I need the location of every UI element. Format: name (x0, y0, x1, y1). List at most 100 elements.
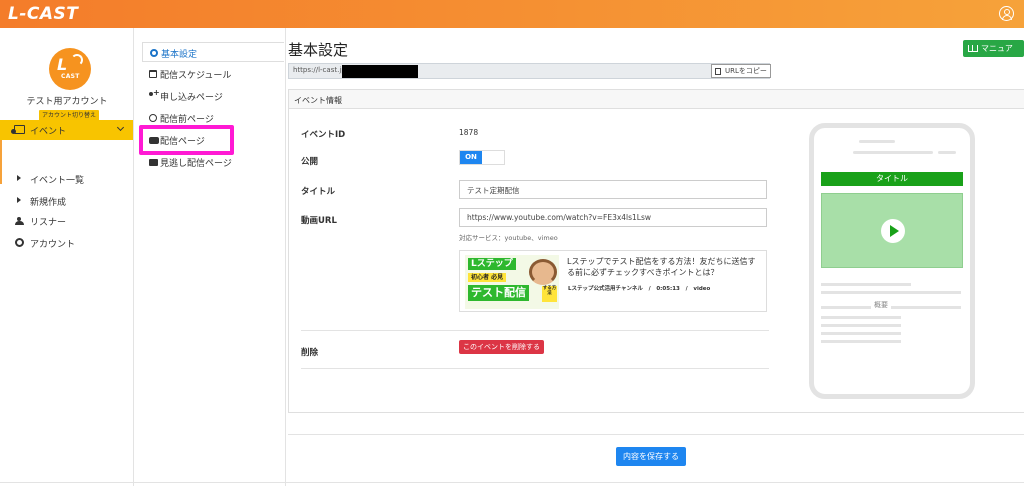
title-input-value: テスト定期配信 (467, 186, 520, 195)
placeholder-line (821, 291, 961, 294)
event-icon (11, 125, 25, 134)
copy-url-button[interactable]: URLをコピー (711, 64, 771, 78)
divider (301, 368, 769, 369)
thumb-text-2: 初心者 必見 (468, 273, 507, 282)
video-thumbnail: Lステップ 初心者 必見 テスト配信 する方法 (465, 255, 559, 309)
menu-item-missed-broadcast-page[interactable]: 見逃し配信ページ (142, 152, 284, 172)
save-button[interactable]: 内容を保存する (616, 447, 686, 466)
sidebar-item-label: イベント一覧 (30, 176, 85, 186)
menu-item-schedule[interactable]: 配信スケジュール (142, 64, 284, 84)
avatar-text: CAST (61, 73, 80, 80)
video-icon (149, 159, 158, 166)
sidebar-item-listener[interactable]: リスナー (0, 210, 133, 232)
title-input[interactable]: テスト定期配信 (459, 180, 767, 199)
copy-icon (715, 68, 721, 75)
calendar-icon (149, 70, 157, 78)
thumb-text-1: Lステップ (468, 258, 516, 270)
app-logo[interactable]: L-CAST (8, 4, 78, 24)
menu-item-label: 配信前ページ (160, 115, 214, 125)
event-url-field[interactable]: https://l-cast.jp (288, 63, 770, 79)
menu-item-label: 申し込みページ (160, 93, 223, 103)
card-header-title: イベント情報 (294, 96, 342, 105)
menu-item-label: 基本設定 (161, 50, 198, 60)
video-url-label: 動画URL (301, 216, 337, 226)
thumb-text-3: テスト配信 (468, 285, 529, 301)
sidebar-item-label: アカウント (30, 240, 76, 250)
phone-title-bar: タイトル (821, 172, 963, 186)
presenter-image (529, 259, 557, 285)
menu-item-application-page[interactable]: 申し込みページ (142, 86, 284, 106)
event-url-text: https://l-cast.jp (293, 66, 346, 74)
play-icon (881, 219, 905, 243)
video-url-value: https://www.youtube.com/watch?v=FE3x4ls1… (467, 213, 652, 222)
manual-button[interactable]: マニュアル (963, 40, 1024, 70)
event-id-value: 1878 (459, 128, 479, 137)
sidebar-item-label: 新規作成 (30, 198, 67, 208)
clock-icon (149, 114, 157, 122)
video-meta: Lステップ公式活用チャンネル / 0:05:13 / video (568, 286, 711, 292)
delete-event-button[interactable]: このイベントを削除する (459, 340, 544, 354)
supported-services-hint: 対応サービス：youtube、vimeo (459, 234, 558, 242)
redacted-region (342, 65, 418, 78)
placeholder-line (821, 340, 901, 343)
thumb-text-4: する方法 (542, 286, 557, 302)
user-circle-icon[interactable] (999, 6, 1014, 21)
sidebar-item-new[interactable]: 新規作成 (0, 190, 133, 212)
gear-icon (15, 238, 24, 247)
placeholder-line (821, 306, 961, 309)
delete-label: 削除 (301, 348, 319, 358)
avatar: L CAST (49, 48, 91, 90)
sidebar-item-label: リスナー (30, 218, 67, 228)
event-id-label: イベントID (301, 130, 346, 140)
menu-item-basic-settings[interactable]: 基本設定 (142, 42, 284, 62)
placeholder-line (821, 283, 911, 286)
phone-speaker (859, 140, 895, 143)
video-type: video (693, 286, 711, 292)
video-duration: 0:05:13 (656, 286, 680, 292)
caret-right-icon (17, 175, 21, 181)
avatar-letter: L (57, 55, 68, 74)
gear-icon (150, 49, 158, 57)
menu-item-label: 見逃し配信ページ (160, 159, 232, 169)
public-toggle[interactable]: ON (459, 150, 505, 165)
phone-camera (938, 151, 956, 154)
account-name: テスト用アカウント (26, 97, 108, 107)
caret-right-icon (17, 197, 21, 203)
phone-video-area (821, 193, 963, 268)
left-sidebar: L CAST テスト用アカウント アカウント切り替え イベント イベント一覧 新… (0, 28, 134, 486)
public-label: 公開 (301, 157, 319, 167)
event-info-card: イベント情報 イベントID 1878 公開 ON タイトル テスト定期配信 動画… (288, 89, 1024, 413)
placeholder-line (821, 332, 901, 335)
video-preview-card[interactable]: Lステップ 初心者 必見 テスト配信 する方法 Lステップでテスト配信をする方法… (459, 250, 767, 312)
copy-url-label: URLをコピー (725, 67, 767, 75)
menu-item-label: 配信スケジュール (160, 71, 232, 81)
divider (301, 330, 769, 331)
book-icon (968, 45, 978, 52)
sidebar-item-label: イベント (30, 127, 67, 137)
bottom-divider (0, 482, 1024, 483)
phone-bar (853, 151, 933, 154)
title-label: タイトル (301, 187, 336, 197)
page-title: 基本設定 (288, 41, 349, 59)
chevron-down-icon (116, 123, 125, 132)
phone-preview: タイトル 概要 (809, 123, 975, 399)
highlight-annotation (139, 125, 234, 155)
toggle-on-label: ON (460, 151, 482, 164)
video-channel: Lステップ公式活用チャンネル (568, 286, 643, 292)
manual-button-label: マニュアル (981, 44, 1013, 70)
card-header: イベント情報 (289, 90, 1024, 109)
sidebar-item-account[interactable]: アカウント (0, 232, 133, 254)
users-icon (14, 217, 25, 225)
footer-divider (288, 434, 1024, 435)
placeholder-line (821, 324, 901, 327)
top-bar: L-CAST (0, 0, 1024, 28)
sidebar-item-event[interactable]: イベント (0, 120, 133, 140)
video-url-input[interactable]: https://www.youtube.com/watch?v=FE3x4ls1… (459, 208, 767, 227)
main-content: 基本設定 マニュアル https://l-cast.jp URLをコピー イベン… (288, 28, 1024, 486)
settings-menu: 基本設定 配信スケジュール 申し込みページ 配信前ページ 配信ページ 見逃し配信… (134, 28, 286, 486)
placeholder-line (821, 316, 901, 319)
phone-overview-label: 概要 (871, 300, 891, 310)
broadcast-icon (71, 54, 83, 66)
sidebar-item-event-list[interactable]: イベント一覧 (0, 168, 133, 190)
video-title: Lステップでテスト配信をする方法！友だちに送信する前に必ずチェックすべきポイント… (567, 257, 756, 277)
